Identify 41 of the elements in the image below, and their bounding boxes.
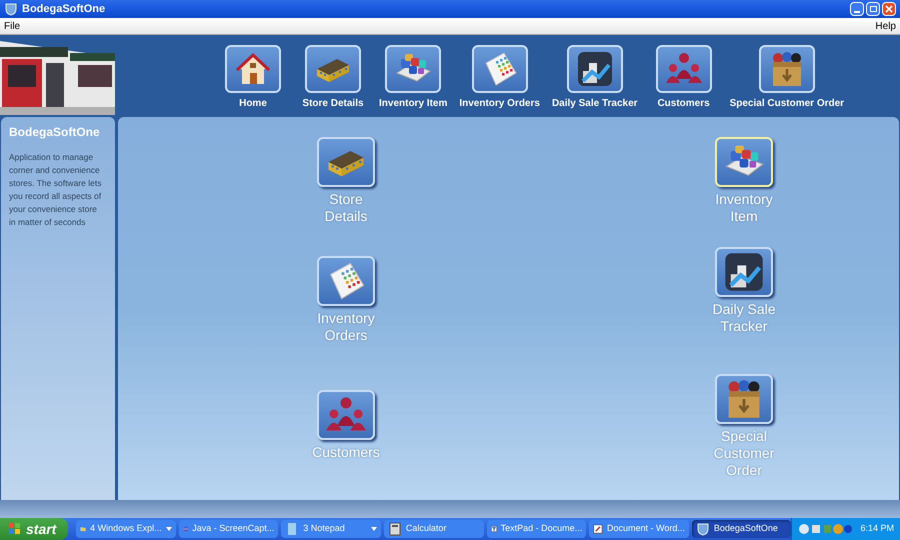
tile-button[interactable]: [317, 390, 375, 440]
close-button[interactable]: [882, 2, 896, 16]
tile-label: Inventory Orders: [316, 310, 376, 344]
minimize-button[interactable]: [850, 2, 864, 16]
sidebar-description: Application to manage corner and convenience stores. The software lets you record all aspects of your convenience store in matter of seconds: [9, 151, 102, 229]
calculator-icon: [388, 522, 402, 536]
menu-item[interactable]: File: [4, 18, 20, 34]
window-title: BodegaSoftOne: [22, 2, 106, 17]
sidebar-title: BodegaSoftOne: [9, 124, 101, 141]
tile-button[interactable]: [715, 247, 773, 297]
close-icon: [885, 5, 893, 13]
taskbar-button[interactable]: Calculator: [384, 520, 484, 538]
tile-label: Special Customer Order: [712, 428, 776, 479]
caret-icon: [370, 527, 377, 531]
tile-label: Store Details: [324, 191, 368, 225]
shield-icon: [696, 522, 710, 536]
taskbar-button[interactable]: BodegaSoftOne: [692, 520, 792, 538]
clock: 6:14 PM: [860, 522, 894, 536]
start-button[interactable]: start: [0, 518, 68, 540]
toolbar-button[interactable]: Inventory Orders: [453, 45, 546, 111]
tile-button[interactable]: [317, 256, 375, 306]
tile-label: Customers: [311, 444, 381, 461]
tile-button[interactable]: [715, 137, 773, 187]
taskbar-button[interactable]: 4 Windows Expl...: [76, 520, 176, 538]
menu-item[interactable]: Help: [875, 18, 896, 34]
taskbar-button[interactable]: Document - Word...: [589, 520, 689, 538]
toolbar-button[interactable]: Special Customer Order: [724, 45, 850, 111]
taskbar-button[interactable]: 3 Notepad: [281, 520, 381, 538]
shield-icon: [4, 2, 18, 16]
caret-icon: [166, 527, 172, 531]
taskbar-button[interactable]: Java - ScreenCapt...: [178, 520, 278, 538]
windows-logo-icon: [8, 522, 22, 536]
tile-label: Daily Sale Tracker: [711, 301, 777, 335]
tile-button[interactable]: [715, 374, 773, 424]
tray-icons-drawing: [798, 523, 852, 535]
toolbar-button[interactable]: Daily Sale Tracker: [546, 45, 644, 111]
document-icon: [593, 522, 603, 536]
tile-button[interactable]: [317, 137, 375, 187]
restore-button[interactable]: [866, 2, 880, 16]
tile-label: Inventory Item: [714, 191, 774, 225]
taskbar-button[interactable]: TextPad - Docume...: [486, 520, 586, 538]
